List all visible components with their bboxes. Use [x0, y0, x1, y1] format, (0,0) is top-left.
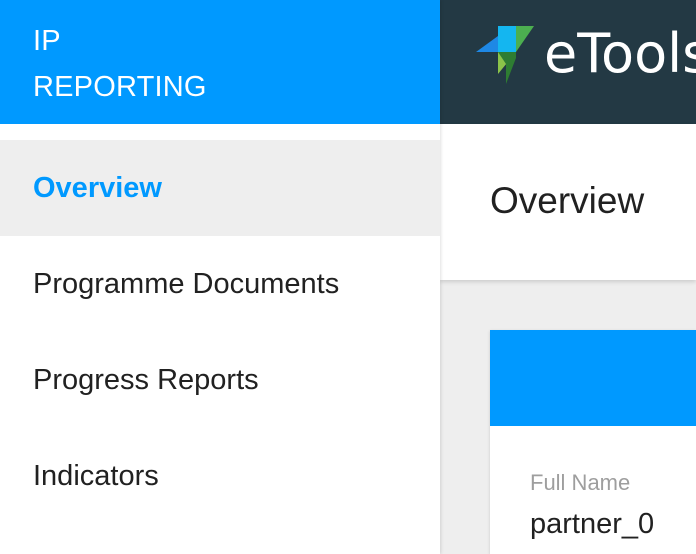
brand-line-2: REPORTING [33, 71, 207, 103]
sidebar-item-progress-reports[interactable]: Progress Reports [0, 332, 440, 428]
app-brand[interactable]: IP REPORTING [0, 0, 440, 124]
sidebar-item-indicators[interactable]: Indicators [0, 428, 440, 524]
profile-card: Full Name partner_0 [490, 330, 696, 554]
profile-card-header [490, 330, 696, 426]
brand-line-1: IP [33, 25, 61, 57]
page-header: Overview [440, 124, 696, 280]
etools-logo-text: eTools [544, 22, 696, 85]
full-name-value: partner_0 [530, 508, 655, 540]
app-window: IP REPORTING Overview Programme Document… [0, 0, 696, 554]
etools-logo-icon [476, 26, 534, 84]
sidebar-item-programme-documents[interactable]: Programme Documents [0, 236, 440, 332]
top-app-bar: eTools [440, 0, 696, 124]
page-title: Overview [490, 180, 645, 221]
sidebar: IP REPORTING Overview Programme Document… [0, 0, 440, 554]
full-name-label: Full Name [530, 470, 631, 495]
sidebar-item-overview[interactable]: Overview [0, 140, 440, 236]
sidebar-nav: Overview Programme Documents Progress Re… [0, 124, 440, 524]
